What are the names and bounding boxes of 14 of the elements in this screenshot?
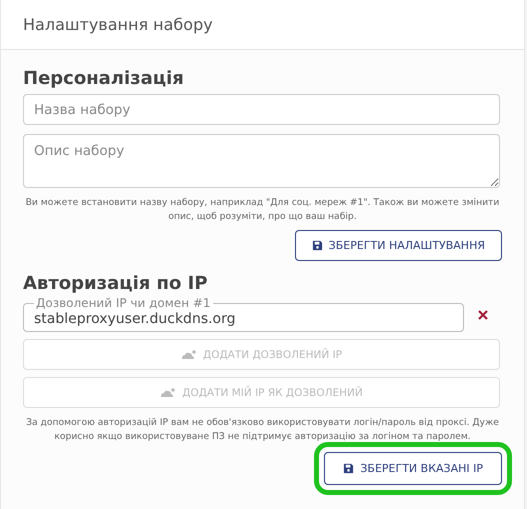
cloud-plus-icon [160, 387, 176, 398]
ip-field[interactable]: Дозволений IP чи домен #1 stableproxyuser.duckdns.org [23, 298, 464, 332]
ip-input[interactable]: stableproxyuser.duckdns.org [34, 311, 453, 327]
panel-title: Налаштування набору [23, 15, 213, 34]
remove-icon[interactable] [478, 310, 488, 320]
save-settings-button[interactable]: ЗБЕРЕГТИ НАЛАШТУВАННЯ [294, 230, 502, 261]
cloud-plus-icon [180, 349, 197, 360]
section-title: Персоналізація [23, 68, 185, 89]
hint-text: Ви можете встановити назву набору, наприклад "Для соц. мереж #1". Також ви можете змінити опис, щоб розуміти, про що ваш набір. [24, 196, 500, 224]
description-field[interactable]: Опис набору [23, 134, 500, 188]
hint-text: За допомогою авторизацій IP вам не обов'язково використовувати логін/пароль від проксі. Дуже корисно якщо використовуване ПЗ не підтримує авторизацію за логіном та паролем. [25, 416, 500, 444]
field-label: Дозволений IP чи домен #1 [35, 298, 212, 308]
name-field[interactable]: Назва набору [23, 94, 500, 125]
section-title: Авторизація по IP [23, 273, 209, 294]
